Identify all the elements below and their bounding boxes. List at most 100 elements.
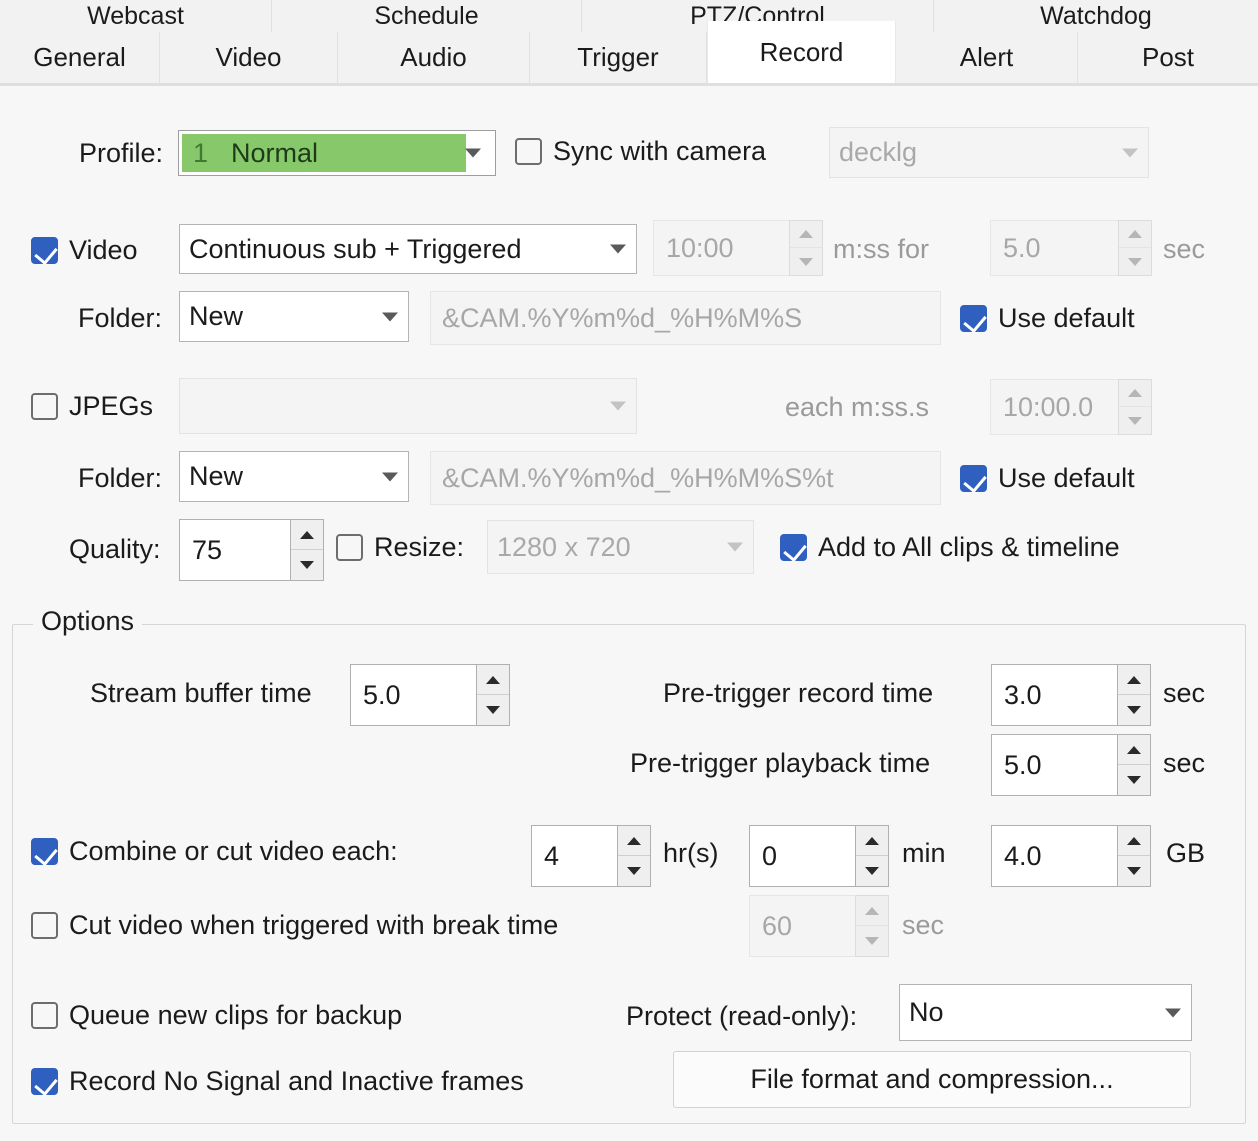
jpegs-interval-value[interactable]: 10:00.0 xyxy=(990,379,1118,435)
tab-alert[interactable]: Alert xyxy=(896,32,1078,83)
tab-watchdog-label: Watchdog xyxy=(1040,1,1152,30)
tab-trigger-label: Trigger xyxy=(577,42,659,72)
resize-resolution-select[interactable]: 1280 x 720 xyxy=(487,520,754,574)
tab-trigger[interactable]: Trigger xyxy=(530,32,707,83)
spinner-down-icon[interactable] xyxy=(790,248,822,275)
video-interval-spinner[interactable]: 10:00 xyxy=(653,220,823,276)
spinner-up-icon[interactable] xyxy=(856,896,888,926)
video-duration-value[interactable]: 5.0 xyxy=(990,220,1118,276)
combine-size-value[interactable]: 4.0 xyxy=(991,825,1117,887)
video-interval-value[interactable]: 10:00 xyxy=(653,220,789,276)
jpegs-interval-spinner[interactable]: 10:00.0 xyxy=(990,379,1152,435)
spinner-up-icon[interactable] xyxy=(1119,221,1151,248)
break-time-value[interactable]: 60 xyxy=(749,895,855,957)
profile-select[interactable]: 1 Normal xyxy=(178,130,496,176)
cut-video-when-triggered-checkbox[interactable]: Cut video when triggered with break time xyxy=(31,910,558,941)
spinner-down-icon[interactable] xyxy=(1118,695,1150,725)
video-folder-mode-select[interactable]: New xyxy=(179,291,409,342)
spinner-down-icon[interactable] xyxy=(1118,856,1150,886)
tab-post[interactable]: Post xyxy=(1078,32,1258,83)
file-format-compression-button[interactable]: File format and compression... xyxy=(673,1051,1191,1108)
combine-hours-spinner[interactable]: 4 xyxy=(531,825,651,887)
video-mode-select[interactable]: Continuous sub + Triggered xyxy=(179,224,637,274)
quality-spinner[interactable]: 75 xyxy=(179,519,324,581)
combine-minutes-spinner[interactable]: 0 xyxy=(749,825,889,887)
spinner-buttons[interactable] xyxy=(1118,220,1152,276)
combine-size-unit: GB xyxy=(1166,838,1206,868)
spinner-down-icon[interactable] xyxy=(1119,248,1151,275)
spinner-up-icon[interactable] xyxy=(1118,665,1150,695)
video-folder-label: Folder: xyxy=(78,303,163,333)
spinner-buttons[interactable] xyxy=(855,825,889,887)
spinner-down-icon[interactable] xyxy=(1118,765,1150,795)
stream-buffer-time-value[interactable]: 5.0 xyxy=(350,664,476,726)
combine-minutes-value[interactable]: 0 xyxy=(749,825,855,887)
spinner-up-icon[interactable] xyxy=(790,221,822,248)
camera-select-value: decklg xyxy=(839,137,918,167)
spinner-down-icon[interactable] xyxy=(291,550,323,580)
record-no-signal-checkbox[interactable]: Record No Signal and Inactive frames xyxy=(31,1066,524,1097)
pre-trigger-playback-time-spinner[interactable]: 5.0 xyxy=(991,734,1151,796)
spinner-buttons[interactable] xyxy=(789,220,823,276)
tab-video[interactable]: Video xyxy=(160,32,338,83)
spinner-up-icon[interactable] xyxy=(618,826,650,856)
spinner-down-icon[interactable] xyxy=(477,695,509,725)
spinner-up-icon[interactable] xyxy=(856,826,888,856)
tab-watchdog[interactable]: Watchdog xyxy=(934,0,1258,32)
quality-value[interactable]: 75 xyxy=(179,519,290,581)
protect-readonly-select[interactable]: No xyxy=(899,984,1192,1041)
resize-checkbox[interactable]: Resize: xyxy=(336,532,464,563)
pre-trigger-record-time-label: Pre-trigger record time xyxy=(663,678,934,708)
spinner-up-icon[interactable] xyxy=(477,665,509,695)
jpegs-folder-mode-select[interactable]: New xyxy=(179,451,409,502)
pre-trigger-record-time-value[interactable]: 3.0 xyxy=(991,664,1117,726)
video-use-default-checkbox[interactable]: Use default xyxy=(960,303,1135,334)
jpegs-checkbox[interactable]: JPEGs xyxy=(31,391,153,422)
add-to-all-clips-checkbox[interactable]: Add to All clips & timeline xyxy=(780,532,1120,563)
tab-general[interactable]: General xyxy=(0,32,160,83)
combine-size-spinner[interactable]: 4.0 xyxy=(991,825,1151,887)
tab-webcast[interactable]: Webcast xyxy=(0,0,272,32)
spinner-down-icon[interactable] xyxy=(856,926,888,956)
spinner-buttons[interactable] xyxy=(476,664,510,726)
checkbox-box xyxy=(960,305,987,332)
spinner-up-icon[interactable] xyxy=(1118,826,1150,856)
spinner-up-icon[interactable] xyxy=(1119,380,1151,407)
secondary-tab-strip: Webcast Schedule PTZ/Control Watchdog xyxy=(0,0,1258,32)
queue-new-clips-checkbox[interactable]: Queue new clips for backup xyxy=(31,1000,402,1031)
spinner-up-icon[interactable] xyxy=(1118,735,1150,765)
tab-audio[interactable]: Audio xyxy=(338,32,530,83)
camera-select[interactable]: decklg xyxy=(829,127,1149,178)
spinner-buttons[interactable] xyxy=(617,825,651,887)
spinner-buttons[interactable] xyxy=(1118,379,1152,435)
spinner-down-icon[interactable] xyxy=(856,856,888,886)
checkbox-box xyxy=(336,534,363,561)
spinner-up-icon[interactable] xyxy=(291,520,323,550)
video-checkbox[interactable]: Video xyxy=(31,235,138,266)
spinner-buttons[interactable] xyxy=(1117,664,1151,726)
stream-buffer-time-spinner[interactable]: 5.0 xyxy=(350,664,510,726)
spinner-buttons[interactable] xyxy=(855,895,889,957)
tab-schedule[interactable]: Schedule xyxy=(272,0,582,32)
spinner-down-icon[interactable] xyxy=(618,856,650,886)
spinner-down-icon[interactable] xyxy=(1119,407,1151,434)
break-time-spinner[interactable]: 60 xyxy=(749,895,889,957)
combine-or-cut-video-checkbox[interactable]: Combine or cut video each: xyxy=(31,836,398,867)
video-duration-spinner[interactable]: 5.0 xyxy=(990,220,1152,276)
video-folder-path-input[interactable]: &CAM.%Y%m%d_%H%M%S xyxy=(430,291,941,345)
jpegs-mode-select[interactable] xyxy=(179,378,637,434)
combine-hours-value[interactable]: 4 xyxy=(531,825,617,887)
resize-label: Resize: xyxy=(374,532,465,562)
pre-trigger-record-time-spinner[interactable]: 3.0 xyxy=(991,664,1151,726)
profile-label: Profile: xyxy=(79,138,164,168)
pre-trigger-record-time-unit: sec xyxy=(1163,678,1206,708)
spinner-buttons[interactable] xyxy=(1117,825,1151,887)
spinner-buttons[interactable] xyxy=(1117,734,1151,796)
spinner-buttons[interactable] xyxy=(290,519,324,581)
chevron-down-icon xyxy=(382,472,398,481)
tab-record[interactable]: Record xyxy=(707,21,896,83)
sync-with-camera-checkbox[interactable]: Sync with camera xyxy=(515,136,766,167)
pre-trigger-playback-time-value[interactable]: 5.0 xyxy=(991,734,1117,796)
jpegs-folder-path-input[interactable]: &CAM.%Y%m%d_%H%M%S%t xyxy=(430,451,941,505)
jpegs-use-default-checkbox[interactable]: Use default xyxy=(960,463,1135,494)
